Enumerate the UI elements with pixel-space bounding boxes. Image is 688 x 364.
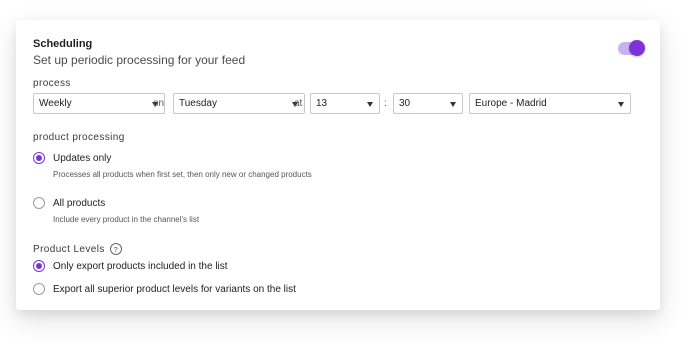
chevron-down-icon (450, 102, 456, 107)
updates-only-label: Updates only (53, 152, 112, 164)
chevron-down-icon (367, 102, 373, 107)
scheduling-subtitle: Set up periodic processing for your feed (33, 53, 246, 67)
help-icon[interactable]: ? (109, 243, 122, 255)
all-products-label: All products (53, 197, 106, 209)
product-processing-label: product processing (33, 132, 125, 143)
updates-only-description: Processes all products when first set, t… (53, 170, 312, 179)
radio-unselected-icon[interactable] (33, 283, 45, 295)
all-products-description: Include every product in the channel's l… (53, 215, 200, 224)
minute-select[interactable]: 30 (393, 93, 463, 114)
chevron-down-icon (618, 102, 624, 107)
updates-only-option[interactable]: Updates only (33, 152, 111, 164)
radio-selected-icon[interactable] (33, 260, 45, 272)
day-value: Tuesday (179, 98, 217, 109)
hour-value: 13 (316, 98, 328, 109)
toggle-knob (629, 40, 645, 56)
day-select[interactable]: Tuesday (173, 93, 305, 114)
frequency-value: Weekly (39, 98, 72, 109)
time-colon: : (384, 98, 387, 109)
only-export-option[interactable]: Only export products included in the lis… (33, 260, 228, 272)
scheduling-card: Scheduling Set up periodic processing fo… (16, 20, 660, 310)
on-label: on (153, 98, 165, 109)
minute-value: 30 (399, 98, 411, 109)
export-superior-option[interactable]: Export all superior product levels for v… (33, 283, 296, 295)
timezone-select[interactable]: Europe - Madrid (469, 93, 631, 114)
product-levels-header: Product Levels ? (33, 243, 122, 255)
process-label: process (33, 78, 71, 89)
hour-select[interactable]: 13 (310, 93, 380, 114)
radio-selected-icon[interactable] (33, 152, 45, 164)
all-products-option[interactable]: All products (33, 197, 105, 209)
timezone-value: Europe - Madrid (475, 98, 547, 109)
radio-unselected-icon[interactable] (33, 197, 45, 209)
only-export-label: Only export products included in the lis… (53, 260, 228, 272)
product-levels-label: Product Levels (33, 243, 105, 255)
export-superior-label: Export all superior product levels for v… (53, 283, 296, 295)
scheduling-title: Scheduling (33, 38, 93, 50)
at-label: at (294, 98, 303, 109)
scheduling-toggle[interactable] (618, 40, 645, 56)
frequency-select[interactable]: Weekly (33, 93, 165, 114)
